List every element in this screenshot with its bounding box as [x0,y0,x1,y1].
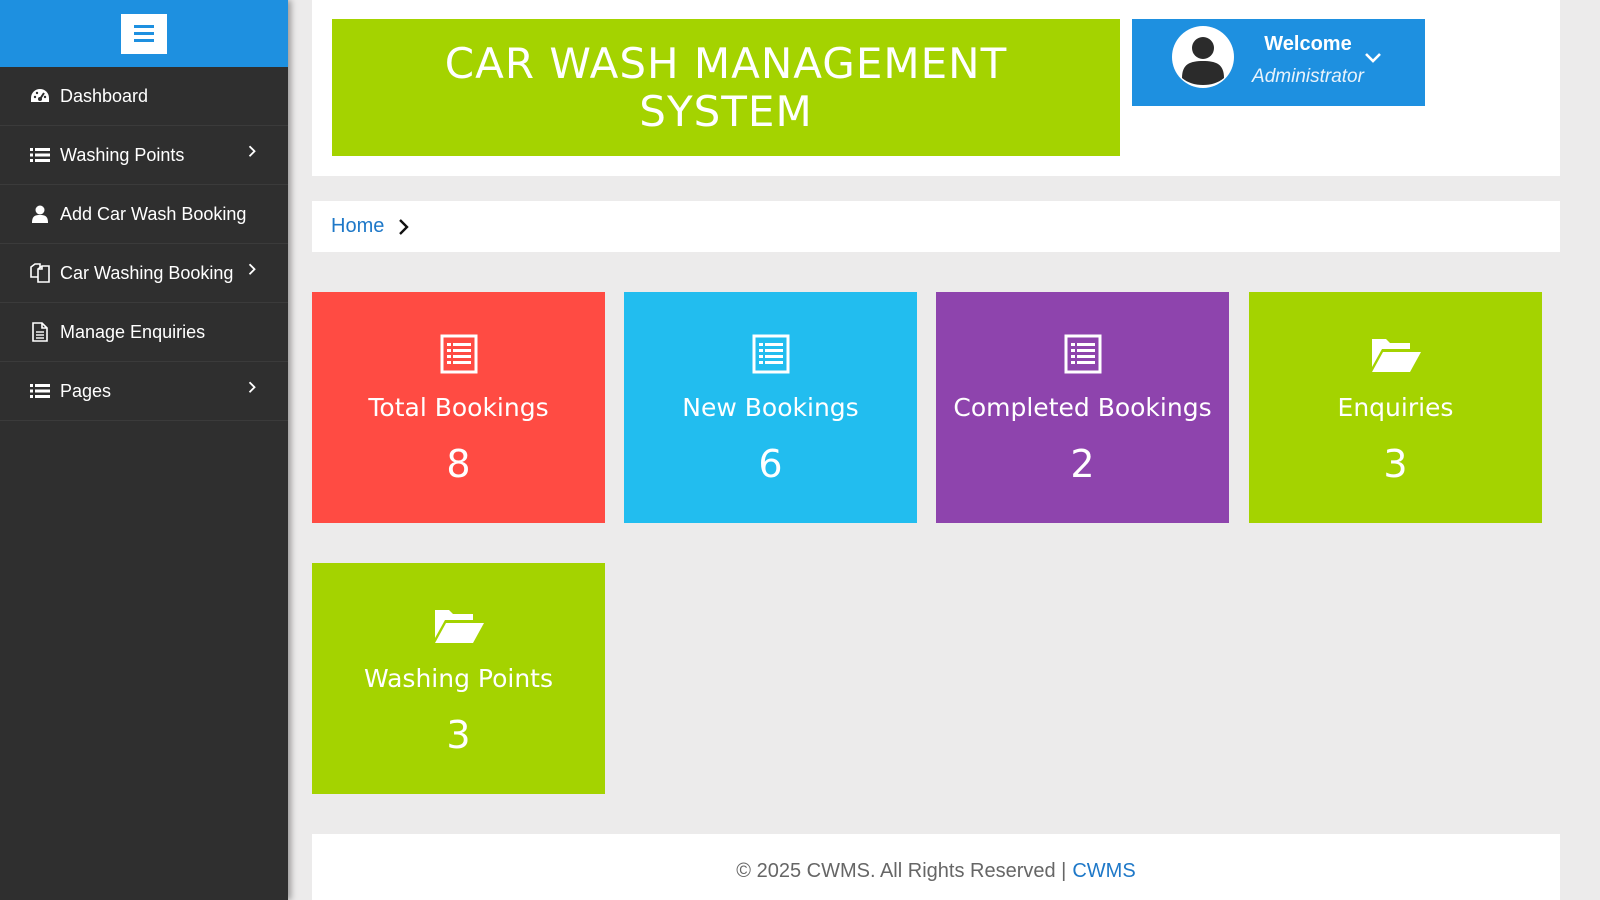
page-header: CAR WASH MANAGEMENT SYSTEM Welcome Admin… [312,0,1560,176]
folder-open-icon [1249,332,1542,376]
card-count: 3 [446,713,471,757]
list-alt-icon [624,332,917,376]
user-menu-dropdown[interactable]: Welcome Administrator [1132,19,1425,106]
dashboard-icon [30,86,50,106]
sidebar-item-manage-enquiries[interactable]: Manage Enquiries [0,303,288,362]
chevron-down-icon [1364,51,1382,69]
card-washing-points[interactable]: Washing Points 3 [312,563,605,794]
document-icon [30,322,50,342]
hamburger-icon-bar [134,25,154,28]
folder-open-icon [312,603,605,647]
system-title-banner: CAR WASH MANAGEMENT SYSTEM [332,19,1120,156]
card-new-bookings[interactable]: New Bookings 6 [624,292,917,523]
list-alt-icon [936,332,1229,376]
breadcrumb-home-link[interactable]: Home [331,215,384,238]
card-label: Total Bookings [368,393,549,422]
card-count: 6 [758,442,783,486]
welcome-label: Welcome [1264,33,1352,55]
list-icon [30,381,50,401]
sidebar: Dashboard Washing Points Add Car Wash Bo… [0,0,288,900]
sidebar-item-label: Add Car Wash Booking [60,203,247,224]
sidebar-item-washing-points[interactable]: Washing Points [0,126,288,185]
card-count: 2 [1070,442,1095,486]
card-enquiries[interactable]: Enquiries 3 [1249,292,1542,523]
card-label: Enquiries [1337,393,1454,422]
avatar [1172,26,1234,88]
sidebar-item-label: Car Washing Booking [60,262,234,283]
sidebar-item-pages[interactable]: Pages [0,362,288,421]
card-label: Completed Bookings [953,393,1212,422]
list-alt-icon [312,332,605,376]
page-footer: © 2025 CWMS. All Rights Reserved | CWMS [312,834,1560,900]
chevron-right-icon [248,144,256,162]
list-icon [30,145,50,165]
card-count: 8 [446,442,471,486]
footer-cwms-link[interactable]: CWMS [1072,860,1135,883]
sidebar-item-label: Washing Points [60,144,185,165]
sidebar-item-label: Pages [60,380,112,401]
card-count: 3 [1383,442,1408,486]
copy-icon [30,263,50,283]
breadcrumb: Home [312,201,1560,252]
card-total-bookings[interactable]: Total Bookings 8 [312,292,605,523]
sidebar-item-label: Dashboard [60,85,149,106]
user-role: Administrator [1252,66,1364,87]
sidebar-item-car-washing-booking[interactable]: Car Washing Booking [0,244,288,303]
welcome-text: Welcome Administrator [1248,33,1368,88]
chevron-right-icon [248,262,256,280]
sidebar-item-add-car-wash-booking[interactable]: Add Car Wash Booking [0,185,288,244]
sidebar-item-label: Manage Enquiries [60,321,206,342]
user-icon [30,204,50,224]
user-avatar-icon [1174,28,1232,86]
footer-copyright: © 2025 CWMS. All Rights Reserved | [736,859,1067,882]
menu-toggle-button[interactable] [121,13,167,54]
hamburger-icon-bar [134,32,154,35]
card-label: New Bookings [682,393,859,422]
chevron-right-icon [248,380,256,398]
card-completed-bookings[interactable]: Completed Bookings 2 [936,292,1229,523]
hamburger-icon-bar [134,39,154,42]
chevron-right-icon [398,218,410,236]
page-title: CAR WASH MANAGEMENT SYSTEM [444,38,1008,136]
card-label: Washing Points [363,664,553,693]
sidebar-header [0,0,288,67]
sidebar-item-dashboard[interactable]: Dashboard [0,67,288,126]
